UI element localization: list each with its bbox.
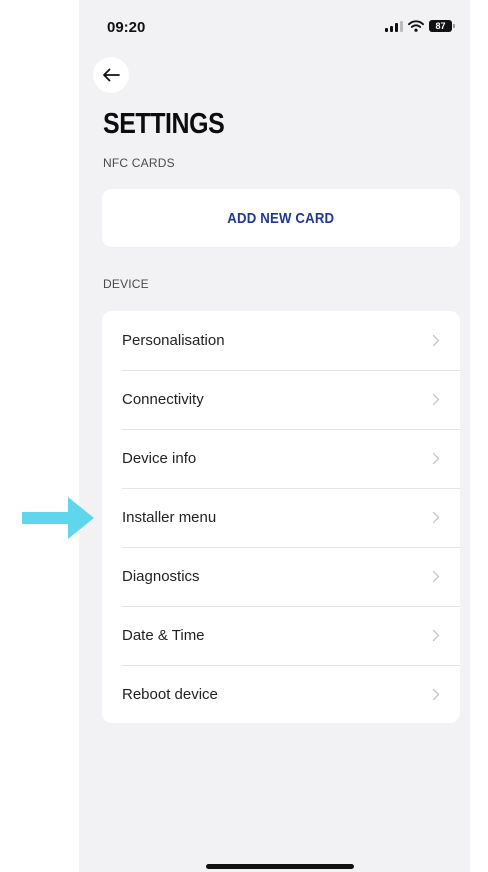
add-new-card-label: ADD NEW CARD xyxy=(227,209,335,227)
list-item-diagnostics[interactable]: Diagnostics xyxy=(102,547,460,606)
device-section-label: DEVICE xyxy=(103,277,149,291)
device-settings-list: Personalisation Connectivity Device info… xyxy=(102,311,460,723)
list-item-installer-menu[interactable]: Installer menu xyxy=(102,488,460,547)
add-new-card-button[interactable]: ADD NEW CARD xyxy=(102,189,460,247)
list-item-label: Date & Time xyxy=(122,627,205,644)
battery-icon: 87 xyxy=(429,20,455,32)
chevron-right-icon xyxy=(432,452,440,465)
list-item-label: Personalisation xyxy=(122,332,225,349)
list-item-label: Connectivity xyxy=(122,391,204,408)
arrow-left-icon xyxy=(103,68,120,82)
status-icons: 87 xyxy=(385,20,455,32)
chevron-right-icon xyxy=(432,629,440,642)
nfc-section-label: NFC CARDS xyxy=(103,156,175,170)
list-item-reboot-device[interactable]: Reboot device xyxy=(102,665,460,724)
chevron-right-icon xyxy=(432,511,440,524)
list-item-label: Diagnostics xyxy=(122,568,200,585)
signal-icon xyxy=(385,20,403,32)
home-indicator[interactable] xyxy=(206,864,354,869)
arrow-right-icon xyxy=(22,497,94,539)
list-item-date-time[interactable]: Date & Time xyxy=(102,606,460,665)
back-button[interactable] xyxy=(93,57,129,93)
list-item-label: Installer menu xyxy=(122,509,217,526)
chevron-right-icon xyxy=(432,334,440,347)
list-item-label: Device info xyxy=(122,450,197,467)
chevron-right-icon xyxy=(432,688,440,701)
chevron-right-icon xyxy=(432,570,440,583)
chevron-right-icon xyxy=(432,393,440,406)
status-time: 09:20 xyxy=(107,19,146,36)
list-item-label: Reboot device xyxy=(122,686,218,703)
wifi-icon xyxy=(408,20,424,32)
phone-screen: 09:20 87 SETTINGS NFC CARDS ADD NEW CARD… xyxy=(79,0,470,872)
list-item-personalisation[interactable]: Personalisation xyxy=(102,311,460,370)
list-item-device-info[interactable]: Device info xyxy=(102,429,460,488)
status-bar: 09:20 87 xyxy=(79,0,470,56)
page-title: SETTINGS xyxy=(103,108,225,140)
list-item-connectivity[interactable]: Connectivity xyxy=(102,370,460,429)
